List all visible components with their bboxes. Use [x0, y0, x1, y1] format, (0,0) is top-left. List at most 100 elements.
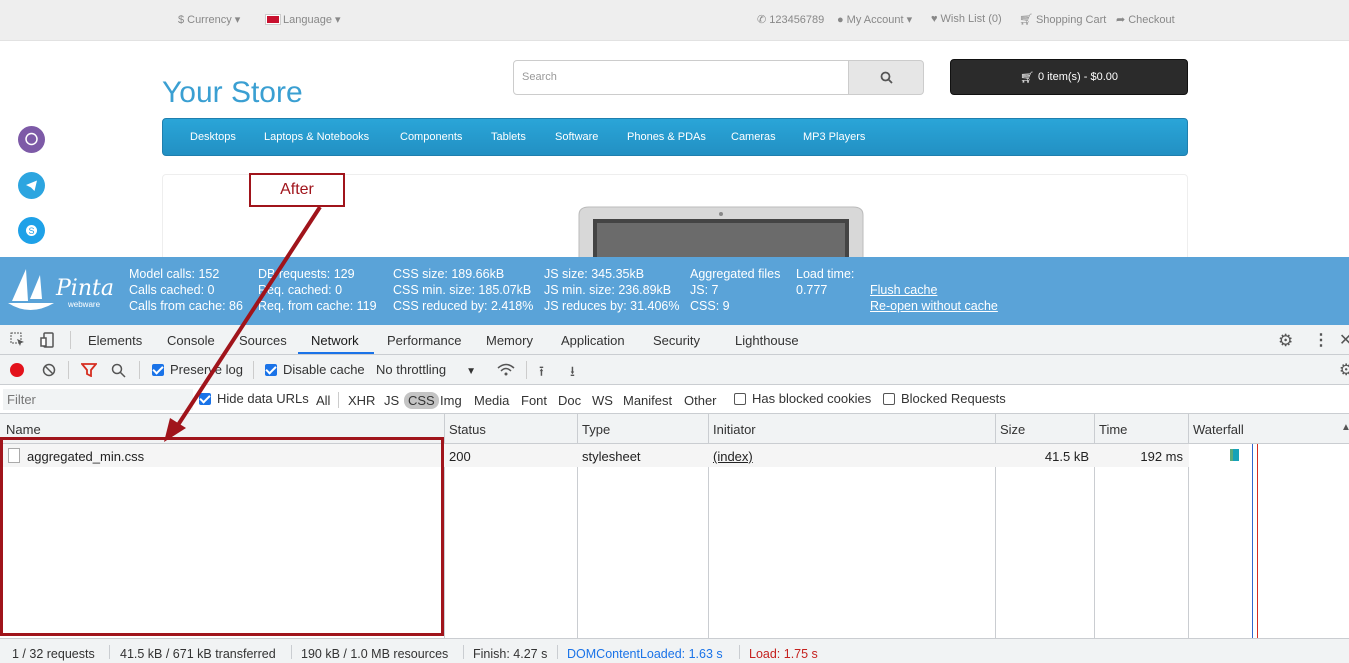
tab-memory[interactable]: Memory	[486, 333, 533, 348]
model-calls: Model calls: 152	[129, 267, 220, 281]
menu-item-phones[interactable]: Phones & PDAs	[627, 131, 706, 143]
load-time-value: 0.777	[796, 283, 828, 297]
tab-network[interactable]: Network	[311, 333, 359, 348]
req-cached: Req. cached: 0	[258, 283, 343, 297]
filter-input[interactable]: Filter	[3, 389, 193, 410]
separator	[70, 331, 71, 349]
tab-elements[interactable]: Elements	[88, 333, 142, 348]
pinta-logo-text: Pinta	[55, 276, 114, 301]
telegram-icon[interactable]	[18, 172, 45, 199]
checkbox-unchecked	[734, 393, 746, 405]
type-filter-all[interactable]: All	[316, 393, 330, 408]
my-account-dropdown[interactable]: ● My Account ▾	[837, 13, 912, 26]
aggregated-css: CSS: 9	[690, 299, 730, 313]
menu-item-tablets[interactable]: Tablets	[491, 131, 526, 143]
menu-item-software[interactable]: Software	[555, 131, 598, 143]
tab-performance[interactable]: Performance	[387, 333, 461, 348]
export-har-icon[interactable]: ⭳	[570, 361, 575, 385]
type-filter-css[interactable]: CSS	[404, 392, 439, 409]
separator	[253, 361, 254, 379]
search-button[interactable]	[848, 60, 924, 95]
hide-data-urls-checkbox[interactable]: Hide data URLs	[199, 391, 309, 406]
type-filter-ws[interactable]: WS	[592, 393, 613, 408]
wish-list-link[interactable]: ♥ Wish List (0)	[931, 13, 1002, 25]
row-initiator-link[interactable]: (index)	[713, 449, 753, 464]
separator	[68, 361, 69, 379]
store-top-bar: $ Currency ▾ Language ▾ ✆ 123456789 ● My Ac…	[0, 0, 1349, 41]
tab-console[interactable]: Console	[167, 333, 215, 348]
type-filter-xhr[interactable]: XHR	[348, 393, 375, 408]
more-options-icon[interactable]: ⋮	[1313, 330, 1329, 350]
menu-item-desktops[interactable]: Desktops	[190, 131, 236, 143]
throttling-select[interactable]: No throttling ▼	[376, 362, 476, 377]
column-header-type[interactable]: Type	[582, 422, 610, 437]
separator	[557, 645, 558, 659]
viber-icon[interactable]	[18, 126, 45, 153]
js-reduces: JS reduces by: 31.406%	[544, 299, 680, 313]
menu-item-laptops[interactable]: Laptops & Notebooks	[264, 131, 369, 143]
column-header-size[interactable]: Size	[1000, 422, 1025, 437]
cart-icon: 🛒︎	[1019, 71, 1034, 84]
close-devtools-icon[interactable]: ✕	[1339, 330, 1349, 350]
dollar-icon: $	[178, 14, 185, 26]
row-status: 200	[449, 449, 471, 464]
shopping-cart-link[interactable]: 🛒︎ Shopping Cart	[1019, 13, 1106, 26]
type-filter-img[interactable]: Img	[440, 393, 462, 408]
active-tab-indicator	[298, 352, 374, 354]
cart-button[interactable]: 🛒︎ 0 item(s) - $0.00	[950, 59, 1188, 95]
share-icon: ➦	[1116, 14, 1126, 26]
type-filter-doc[interactable]: Doc	[558, 393, 581, 408]
language-dropdown[interactable]: Language ▾	[265, 13, 341, 26]
css-min-size: CSS min. size: 185.07kB	[393, 283, 532, 297]
clear-icon[interactable]	[42, 363, 56, 377]
css-reduced: CSS reduced by: 2.418%	[393, 299, 534, 313]
network-conditions-icon[interactable]	[497, 363, 515, 377]
phone-icon: ✆	[757, 14, 767, 26]
separator	[291, 645, 292, 659]
column-header-waterfall[interactable]: Waterfall	[1193, 422, 1244, 437]
blocked-requests-checkbox[interactable]: Blocked Requests	[883, 391, 1006, 406]
record-icon[interactable]	[10, 363, 24, 377]
column-header-status[interactable]: Status	[449, 422, 486, 437]
pinta-logo-subtext: webware	[67, 300, 101, 309]
menu-item-components[interactable]: Components	[400, 131, 462, 143]
tab-lighthouse[interactable]: Lighthouse	[735, 333, 799, 348]
preserve-log-checkbox[interactable]: Preserve log	[152, 362, 243, 377]
device-toolbar-icon[interactable]	[40, 332, 56, 348]
type-filter-other[interactable]: Other	[684, 393, 717, 408]
settings-gear-icon[interactable]: ⚙	[1278, 331, 1293, 351]
column-header-initiator[interactable]: Initiator	[713, 422, 756, 437]
flush-cache-link[interactable]: Flush cache	[870, 283, 937, 297]
column-header-time[interactable]: Time	[1099, 422, 1127, 437]
checkbox-checked	[199, 393, 211, 405]
menu-item-mp3[interactable]: MP3 Players	[803, 131, 865, 143]
inspect-element-icon[interactable]	[10, 332, 26, 348]
currency-dropdown[interactable]: $ Currency ▾	[178, 13, 240, 26]
disable-cache-checkbox[interactable]: Disable cache	[265, 362, 365, 377]
type-filter-js[interactable]: JS	[384, 393, 399, 408]
aggregated-files-label: Aggregated files	[690, 267, 781, 281]
type-filter-media[interactable]: Media	[474, 393, 509, 408]
tab-sources[interactable]: Sources	[239, 333, 287, 348]
type-filter-manifest[interactable]: Manifest	[623, 393, 672, 408]
search-icon[interactable]	[111, 363, 126, 378]
import-har-icon[interactable]: ⭱	[539, 361, 544, 385]
network-status-bar: 1 / 32 requests 41.5 kB / 671 kB transfe…	[0, 638, 1349, 663]
network-settings-gear-icon[interactable]: ⚙	[1339, 360, 1349, 380]
checkout-link[interactable]: ➦ Checkout	[1116, 13, 1175, 26]
req-from-cache: Req. from cache: 119	[258, 299, 377, 313]
menu-item-cameras[interactable]: Cameras	[731, 131, 776, 143]
separator	[109, 645, 110, 659]
has-blocked-cookies-checkbox[interactable]: Has blocked cookies	[734, 391, 871, 406]
search-input[interactable]: Search	[513, 60, 849, 95]
skype-icon[interactable]: S	[18, 217, 45, 244]
tab-application[interactable]: Application	[561, 333, 625, 348]
type-filter-font[interactable]: Font	[521, 393, 547, 408]
column-header-name[interactable]: Name	[6, 422, 41, 437]
tab-security[interactable]: Security	[653, 333, 700, 348]
filter-funnel-icon[interactable]	[81, 363, 97, 377]
reopen-without-cache-link[interactable]: Re-open without cache	[870, 299, 998, 313]
after-annotation-label: After	[249, 173, 345, 207]
store-logo[interactable]: Your Store	[162, 76, 303, 110]
phone-link[interactable]: ✆ 123456789	[757, 13, 824, 26]
